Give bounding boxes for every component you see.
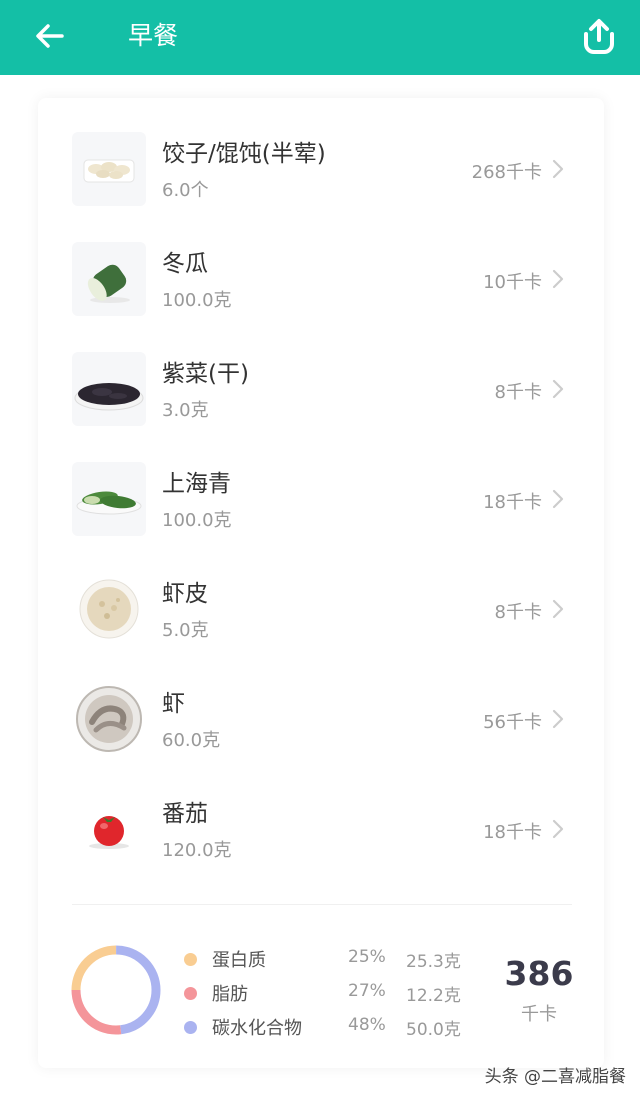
food-item-dumplings[interactable]: 饺子/馄饨(半荤) 6.0个 268千卡 xyxy=(38,98,604,208)
chevron-right-icon xyxy=(552,489,564,509)
macro-percent: 25% xyxy=(348,947,386,967)
dried-shrimp-image xyxy=(72,572,146,646)
food-amount: 60.0克 xyxy=(162,730,221,751)
food-name: 饺子/馄饨(半荤) xyxy=(162,141,326,167)
food-calories: 18千卡 xyxy=(483,822,542,843)
food-calories: 268千卡 xyxy=(471,162,542,183)
macro-donut-chart xyxy=(71,945,161,1035)
total-calories: 386 xyxy=(504,954,574,993)
food-calories: 8千卡 xyxy=(494,602,542,623)
app-bar: 早餐 xyxy=(0,0,640,75)
macro-label: 蛋白质 xyxy=(212,950,266,971)
macro-legend: 蛋白质 25% 25.3克 脂肪 27% 12.2克 碳水化合物 48% 50.… xyxy=(184,942,474,1044)
chevron-right-icon xyxy=(552,709,564,729)
food-item-dried-shrimp[interactable]: 虾皮 5.0克 8千卡 xyxy=(38,538,604,648)
chevron-right-icon xyxy=(552,379,564,399)
food-item-winter-melon[interactable]: 冬瓜 100.0克 10千卡 xyxy=(38,208,604,318)
watermark: 头条 @二喜减脂餐 xyxy=(484,1067,626,1087)
macro-label: 脂肪 xyxy=(212,984,248,1005)
food-amount: 100.0克 xyxy=(162,290,232,311)
food-name: 冬瓜 xyxy=(162,251,208,277)
food-amount: 6.0个 xyxy=(162,180,209,201)
food-amount: 120.0克 xyxy=(162,840,232,861)
legend-row-fat: 脂肪 27% 12.2克 xyxy=(184,976,474,1010)
food-name: 虾皮 xyxy=(162,581,208,607)
protein-color-dot xyxy=(184,953,197,966)
dumplings-image xyxy=(72,132,146,206)
food-item-bok-choy[interactable]: 上海青 100.0克 18千卡 xyxy=(38,428,604,538)
winter-melon-image xyxy=(72,242,146,316)
food-name: 上海青 xyxy=(162,471,231,497)
food-item-seaweed[interactable]: 紫菜(干) 3.0克 8千卡 xyxy=(38,318,604,428)
food-calories: 10千卡 xyxy=(483,272,542,293)
legend-row-carbs: 碳水化合物 48% 50.0克 xyxy=(184,1010,474,1044)
seaweed-image xyxy=(72,352,146,426)
food-item-shrimp[interactable]: 虾 60.0克 56千卡 xyxy=(38,648,604,758)
share-button[interactable] xyxy=(576,14,622,60)
food-calories: 56千卡 xyxy=(483,712,542,733)
chevron-right-icon xyxy=(552,159,564,179)
food-name: 虾 xyxy=(162,691,185,717)
food-name: 紫菜(干) xyxy=(162,361,249,387)
back-button[interactable] xyxy=(32,18,68,54)
bok-choy-image xyxy=(72,462,146,536)
nutrition-summary: 蛋白质 25% 25.3克 脂肪 27% 12.2克 碳水化合物 48% 50.… xyxy=(38,928,604,1058)
fat-color-dot xyxy=(184,987,197,1000)
macro-grams: 12.2克 xyxy=(406,986,461,1006)
macro-grams: 50.0克 xyxy=(406,1020,461,1040)
food-calories: 8千卡 xyxy=(494,382,542,403)
macro-grams: 25.3克 xyxy=(406,952,461,972)
chevron-right-icon xyxy=(552,599,564,619)
arrow-left-icon xyxy=(36,24,64,48)
food-name: 番茄 xyxy=(162,801,208,827)
share-upload-icon xyxy=(584,19,614,54)
food-amount: 5.0克 xyxy=(162,620,209,641)
macro-percent: 27% xyxy=(348,981,386,1001)
shrimp-image xyxy=(72,682,146,756)
chevron-right-icon xyxy=(552,269,564,289)
divider xyxy=(72,904,572,905)
food-calories: 18千卡 xyxy=(483,492,542,513)
macro-percent: 48% xyxy=(348,1015,386,1035)
carbs-color-dot xyxy=(184,1021,197,1034)
chevron-right-icon xyxy=(552,819,564,839)
total-calories-unit: 千卡 xyxy=(521,1004,557,1025)
food-item-tomato[interactable]: 番茄 120.0克 18千卡 xyxy=(38,758,604,868)
macro-label: 碳水化合物 xyxy=(212,1018,302,1039)
food-amount: 100.0克 xyxy=(162,510,232,531)
tomato-image xyxy=(72,792,146,866)
legend-row-protein: 蛋白质 25% 25.3克 xyxy=(184,942,474,976)
meal-card: 饺子/馄饨(半荤) 6.0个 268千卡 冬瓜 100.0克 10千卡 紫菜(干… xyxy=(38,98,604,1068)
food-amount: 3.0克 xyxy=(162,400,209,421)
page-title: 早餐 xyxy=(128,21,179,50)
